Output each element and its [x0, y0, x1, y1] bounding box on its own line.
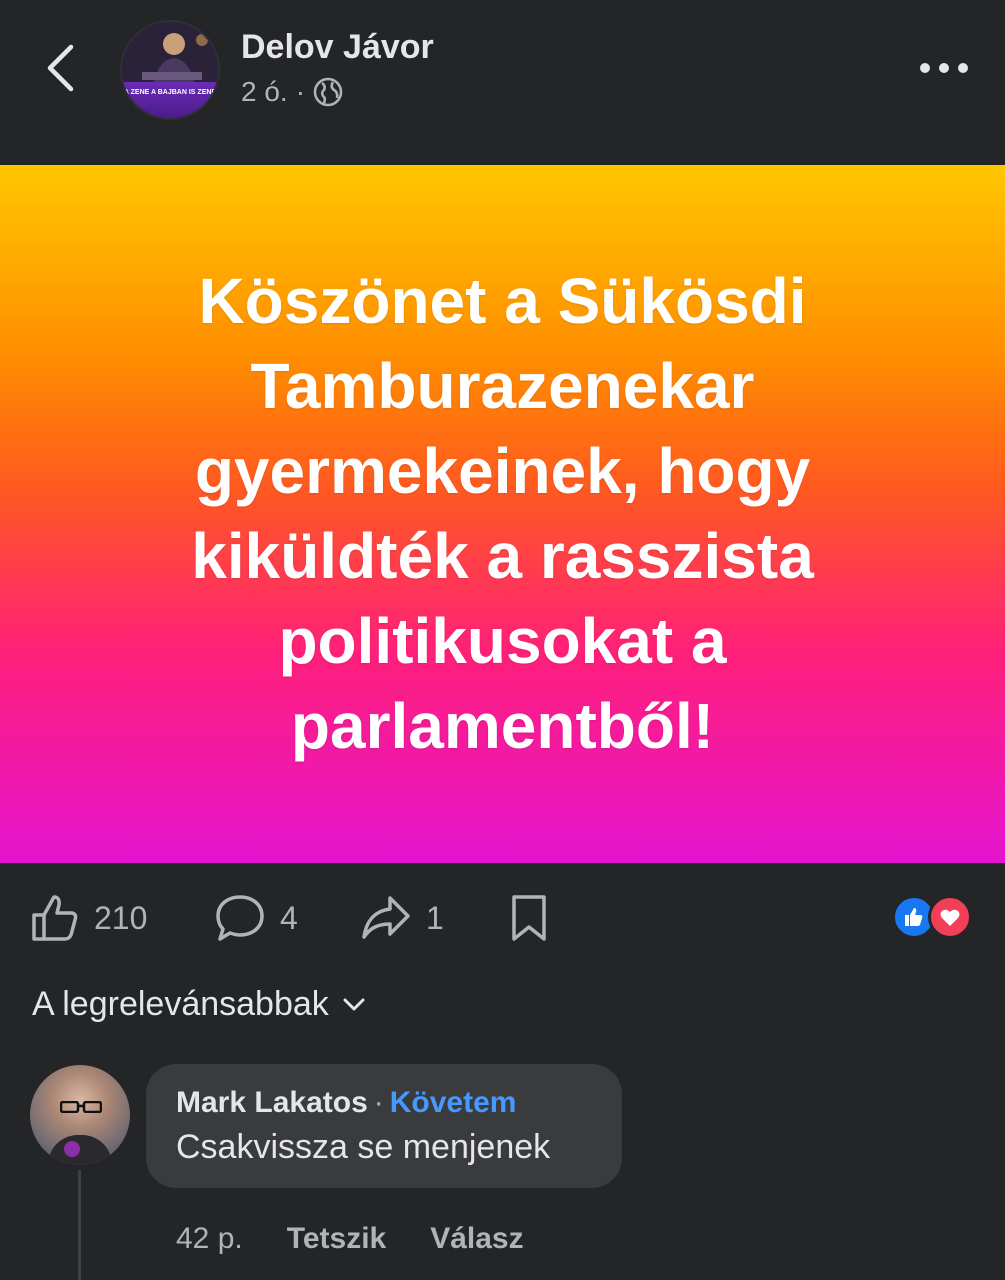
chevron-down-icon: [343, 998, 365, 1010]
bookmark-icon: [512, 895, 546, 941]
post-view: A ZENE A BAJBAN IS ZENE Delov Jávor 2 ó.…: [0, 0, 1005, 1280]
comment-text: Csakvissza se menjenek: [176, 1128, 551, 1166]
comment-header-separator: ·: [373, 1086, 384, 1119]
more-dots-icon: [920, 63, 968, 73]
share-count: 1: [426, 899, 444, 936]
back-button[interactable]: [36, 38, 84, 98]
comment-count: 4: [280, 899, 298, 936]
comment-button[interactable]: 4: [214, 893, 298, 943]
post-time: 2 ó.: [241, 76, 288, 107]
avatar-shirt: [48, 1135, 112, 1165]
author-avatar[interactable]: A ZENE A BAJBAN IS ZENE: [120, 20, 220, 120]
globe-icon: [313, 77, 343, 107]
save-button[interactable]: [508, 893, 550, 943]
comment-time: 42 p.: [176, 1222, 243, 1255]
commenter-avatar[interactable]: [30, 1065, 130, 1165]
like-button[interactable]: 210: [30, 893, 147, 943]
follow-button[interactable]: Követem: [390, 1086, 517, 1120]
love-reaction-icon: [928, 895, 972, 939]
post-meta: 2 ó. ·: [241, 76, 343, 108]
action-bar: 210 4 1: [0, 863, 1005, 973]
post-header: A ZENE A BAJBAN IS ZENE Delov Jávor 2 ó.…: [0, 0, 1005, 165]
avatar-caption: A ZENE A BAJBAN IS ZENE: [122, 82, 218, 118]
share-arrow-icon: [362, 896, 410, 939]
comment-reply-button[interactable]: Válasz: [430, 1222, 523, 1256]
thread-line: [78, 1170, 81, 1280]
post-background: Köszönet a Sükösdi Tamburazenekar gyerme…: [0, 165, 1005, 863]
comment-header: Mark Lakatos · Követem: [176, 1086, 516, 1120]
post-text: Köszönet a Sükösdi Tamburazenekar gyerme…: [191, 265, 814, 762]
comment-sort-selector[interactable]: A legrelevánsabbak: [32, 985, 365, 1024]
author-name[interactable]: Delov Jávor: [241, 28, 434, 67]
more-options-button[interactable]: [912, 48, 976, 88]
comment-like-button[interactable]: Tetszik: [287, 1222, 386, 1256]
sort-label: A legrelevánsabbak: [32, 985, 329, 1023]
comment-bubble[interactable]: Mark Lakatos · Követem Csakvissza se men…: [146, 1064, 622, 1188]
comment-bubble-icon: [216, 895, 264, 941]
avatar-glasses: [60, 1101, 102, 1113]
like-count: 210: [94, 899, 148, 936]
commenter-name[interactable]: Mark Lakatos: [176, 1086, 368, 1120]
comment-actions: 42 p. Tetszik Válasz: [176, 1222, 524, 1256]
meta-separator: ·: [295, 76, 306, 107]
chevron-left-icon: [47, 44, 74, 92]
share-button[interactable]: 1: [360, 893, 444, 943]
thumbs-up-icon: [32, 895, 78, 941]
avatar-badge: [64, 1141, 80, 1157]
reaction-summary[interactable]: [892, 895, 982, 941]
